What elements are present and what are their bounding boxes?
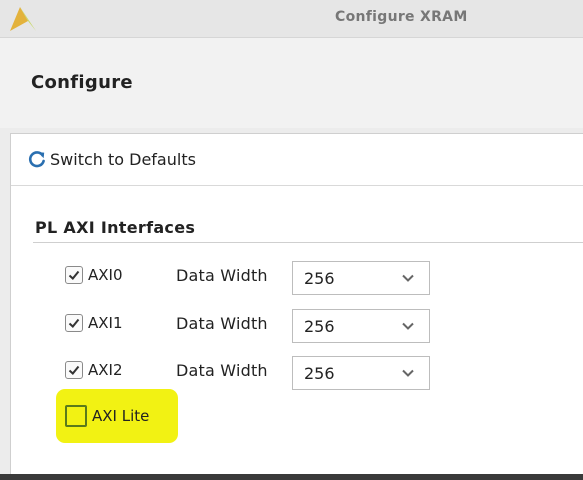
chevron-down-icon <box>402 369 414 377</box>
page-title: Configure <box>31 72 133 93</box>
refresh-icon <box>28 151 45 168</box>
interface-row-axi0: AXI0 Data Width 256 <box>65 261 485 295</box>
select-value: 256 <box>304 317 335 336</box>
content-panel: Switch to Defaults PL AXI Interfaces AXI… <box>10 133 583 475</box>
interface-row-axi1: AXI1 Data Width 256 <box>65 309 485 343</box>
checkmark-icon <box>68 318 80 328</box>
axi2-checkbox[interactable]: AXI2 <box>65 361 123 379</box>
data-width-label: Data Width <box>176 361 268 380</box>
axi1-data-width-select[interactable]: 256 <box>292 309 430 343</box>
section-title: PL AXI Interfaces <box>35 218 196 237</box>
checkbox-box <box>65 361 83 379</box>
checkbox-box <box>65 266 83 284</box>
app-logo-icon <box>10 7 36 31</box>
axi1-label: AXI1 <box>88 314 123 332</box>
axi2-data-width-select[interactable]: 256 <box>292 356 430 390</box>
axi0-data-width-select[interactable]: 256 <box>292 261 430 295</box>
axi-lite-checkbox[interactable]: AXI Lite <box>65 405 149 427</box>
data-width-label: Data Width <box>176 314 268 333</box>
header-panel: Configure <box>0 38 583 128</box>
checkbox-box <box>65 405 87 427</box>
select-value: 256 <box>304 269 335 288</box>
checkmark-icon <box>68 270 80 280</box>
section-divider <box>33 242 583 243</box>
data-width-label: Data Width <box>176 266 268 285</box>
switch-to-defaults-button[interactable]: Switch to Defaults <box>27 148 196 170</box>
interface-row-axi-lite: AXI Lite <box>65 404 485 434</box>
axi1-checkbox[interactable]: AXI1 <box>65 314 123 332</box>
axi0-label: AXI0 <box>88 266 123 284</box>
axi-lite-label: AXI Lite <box>92 407 150 425</box>
interface-row-axi2: AXI2 Data Width 256 <box>65 356 485 390</box>
toolbar: Switch to Defaults <box>11 134 583 186</box>
chevron-down-icon <box>402 322 414 330</box>
axi2-label: AXI2 <box>88 361 123 379</box>
checkbox-box <box>65 314 83 332</box>
chevron-down-icon <box>402 274 414 282</box>
checkmark-icon <box>68 365 80 375</box>
footer-bar <box>0 474 583 480</box>
select-value: 256 <box>304 364 335 383</box>
axi0-checkbox[interactable]: AXI0 <box>65 266 123 284</box>
title-bar: Configure XRAM <box>0 0 583 38</box>
window-title: Configure XRAM <box>335 9 468 25</box>
switch-to-defaults-label: Switch to Defaults <box>50 149 196 169</box>
